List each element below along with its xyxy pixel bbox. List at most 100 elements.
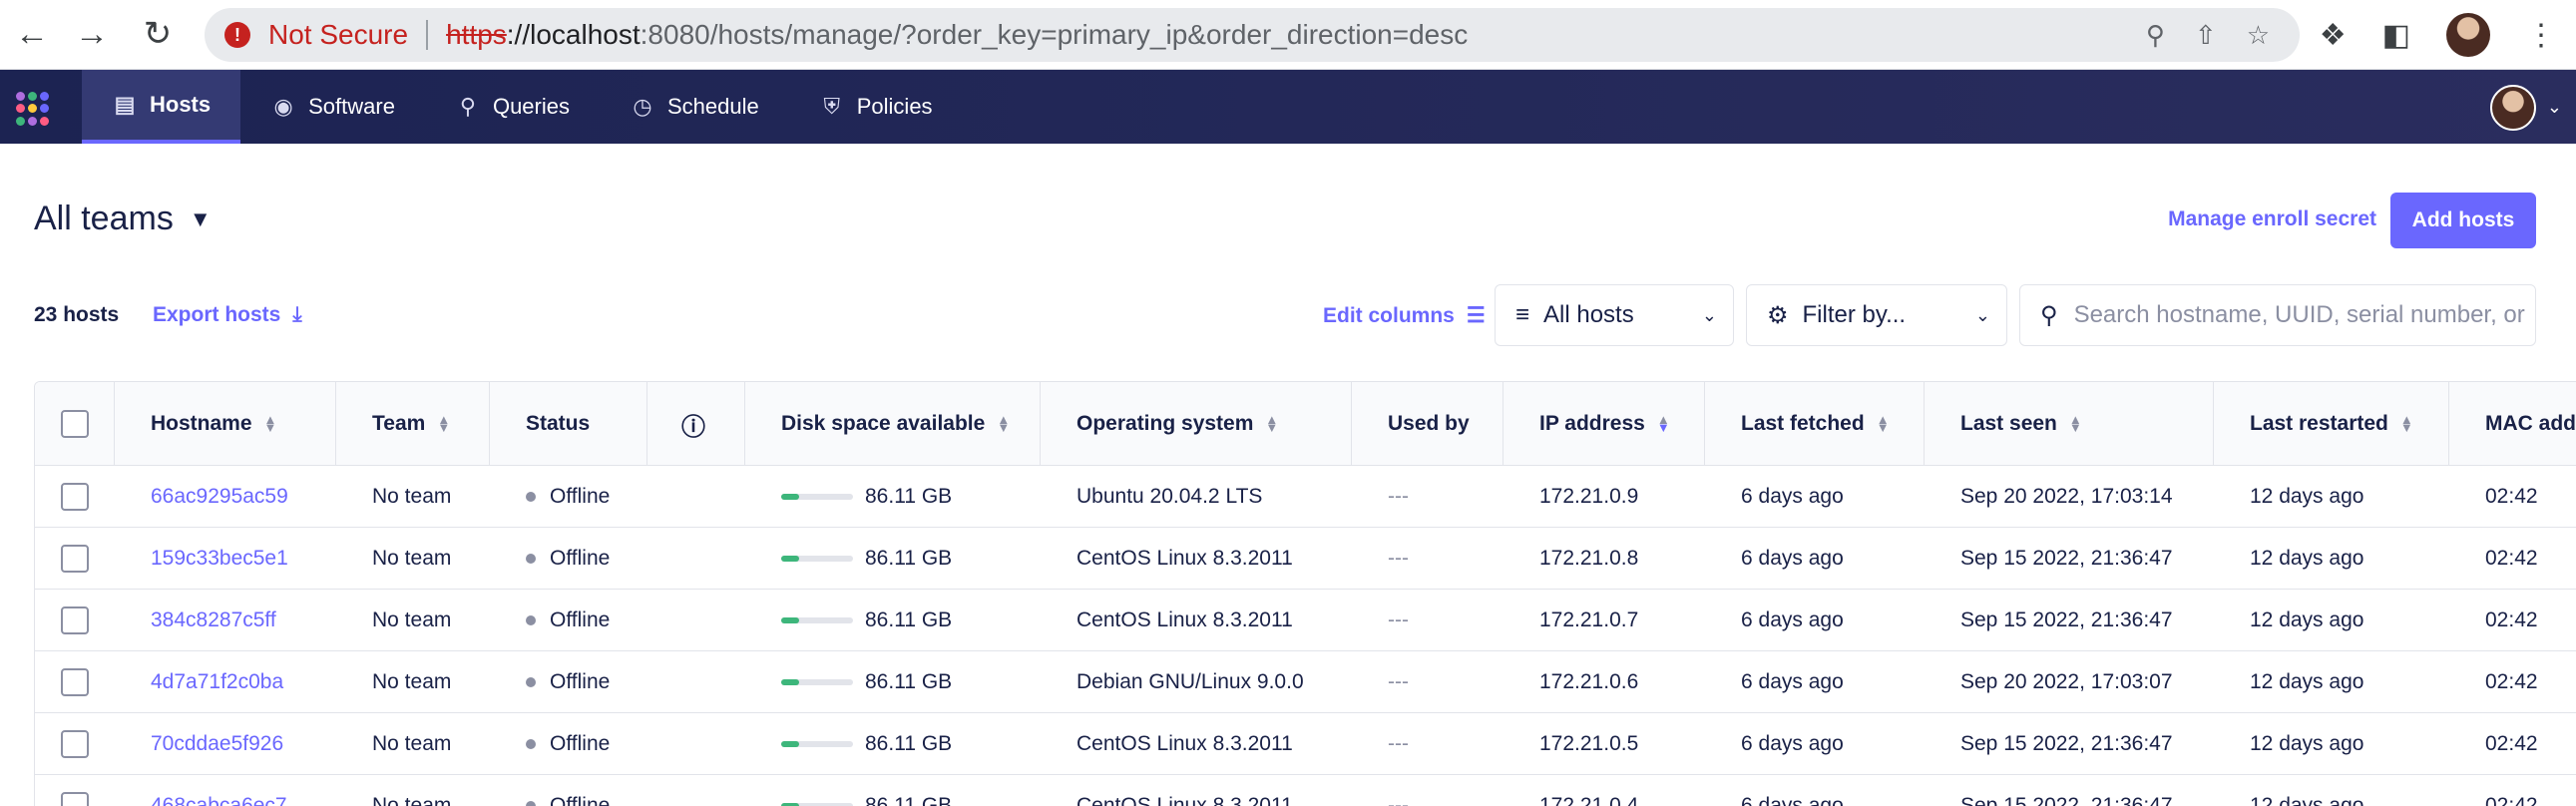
column-label: Status xyxy=(526,412,591,435)
row-checkbox[interactable] xyxy=(61,667,89,696)
hostname-link[interactable]: 384c8287c5ff xyxy=(151,590,276,650)
team-cell: No team xyxy=(372,484,452,508)
disk-space-fill xyxy=(781,802,799,806)
column-header-disk-space[interactable]: Disk space available ▲ ▼ xyxy=(745,382,1041,466)
status-dot-icon xyxy=(526,738,536,749)
column-label: Used by xyxy=(1388,412,1470,435)
chevron-down-icon: ⌄ xyxy=(1974,304,1990,325)
column-header-last-fetched[interactable]: Last fetched ▲ ▼ xyxy=(1705,382,1925,466)
row-select-cell xyxy=(61,651,89,712)
used-by-cell: --- xyxy=(1388,731,1409,755)
column-label: Last seen xyxy=(1960,412,2057,435)
table-row[interactable]: 468cabca6ec7 No team Offline 86.11 GB CentOS… xyxy=(35,775,2576,806)
column-header-hostname[interactable]: Hostname ▲ ▼ xyxy=(115,382,336,466)
not-secure-label[interactable]: Not Secure xyxy=(268,19,408,51)
nav-item-label: Queries xyxy=(492,94,570,119)
nav-item-schedule[interactable]: ◷ Schedule xyxy=(600,70,789,144)
column-header-os[interactable]: Operating system ▲ ▼ xyxy=(1041,382,1352,466)
os-cell: CentOS Linux 8.3.2011 xyxy=(1076,731,1293,755)
table-row[interactable]: 384c8287c5ff No team Offline 86.11 GB CentOS… xyxy=(35,590,2576,651)
url-scheme: https xyxy=(446,19,507,50)
sort-icon: ▲ ▼ xyxy=(1876,412,1890,435)
nav-item-policies[interactable]: ⛨ Policies xyxy=(789,70,963,144)
last-fetched-cell: 6 days ago xyxy=(1741,484,1844,508)
search-field[interactable]: ⚲ xyxy=(2019,284,2536,346)
team-selector[interactable]: All teams ▼ xyxy=(34,200,212,238)
hostname-link[interactable]: 70cddae5f926 xyxy=(151,713,283,774)
edit-columns-button[interactable]: Edit columns ☰ xyxy=(1323,303,1486,328)
download-icon: ⤓ xyxy=(292,303,302,326)
hostname-link[interactable]: 66ac9295ac59 xyxy=(151,466,288,527)
column-label: Operating system xyxy=(1076,412,1254,435)
address-bar[interactable]: ! Not Secure https://localhost:8080/host… xyxy=(205,8,2300,62)
ip-address-cell: 172.21.0.7 xyxy=(1539,607,1639,631)
row-checkbox[interactable] xyxy=(61,482,89,511)
export-hosts-label: Export hosts xyxy=(153,303,281,326)
column-header-ip-address[interactable]: IP address ▲ ▼ xyxy=(1503,382,1705,466)
row-checkbox[interactable] xyxy=(61,544,89,573)
row-checkbox[interactable] xyxy=(61,791,89,806)
mac-address-cell: 02:42 xyxy=(2485,793,2538,806)
os-cell: Ubuntu 20.04.2 LTS xyxy=(1076,484,1263,508)
hostname-link[interactable]: 159c33bec5e1 xyxy=(151,528,288,589)
row-checkbox[interactable] xyxy=(61,605,89,634)
side-panel-icon[interactable]: ◧ xyxy=(2382,18,2410,53)
column-header-team[interactable]: Team ▲ ▼ xyxy=(336,382,490,466)
team-cell: No team xyxy=(372,669,452,693)
chevron-down-icon: ▼ xyxy=(189,205,212,231)
status-filter-dropdown[interactable]: ≡ All hosts ⌄ xyxy=(1495,284,1734,346)
zoom-icon[interactable]: ⚲ xyxy=(2146,20,2165,51)
extensions-icon[interactable]: ❖ xyxy=(2320,18,2347,53)
select-all-checkbox[interactable] xyxy=(61,410,89,438)
nav-item-label: Schedule xyxy=(667,94,759,119)
row-checkbox[interactable] xyxy=(61,729,89,758)
back-icon[interactable]: ← xyxy=(12,14,52,54)
host-count: 23 hosts xyxy=(34,303,120,326)
reload-icon[interactable]: ↻ xyxy=(138,14,178,54)
hostname-link[interactable]: 4d7a71f2c0ba xyxy=(151,651,283,712)
nav-item-software[interactable]: ◉ Software xyxy=(240,70,425,144)
last-fetched-cell: 6 days ago xyxy=(1741,546,1844,570)
status-cell: Offline xyxy=(526,590,610,650)
table-row[interactable]: 4d7a71f2c0ba No team Offline 86.11 GB Debian… xyxy=(35,651,2576,713)
bookmark-star-icon[interactable]: ☆ xyxy=(2247,20,2270,51)
chevron-down-icon[interactable]: ⌄ xyxy=(2547,97,2562,118)
sort-desc-icon: ▲ ▼ xyxy=(1656,412,1670,435)
manage-enroll-secret-button[interactable]: Manage enroll secret xyxy=(2168,207,2376,231)
table-row[interactable]: 70cddae5f926 No team Offline 86.11 GB CentOS… xyxy=(35,713,2576,775)
search-input[interactable] xyxy=(2073,301,2533,329)
nav-item-queries[interactable]: ⚲ Queries xyxy=(425,70,600,144)
browser-menu-icon[interactable]: ⋮ xyxy=(2526,18,2556,53)
column-label: MAC address xyxy=(2485,412,2576,435)
row-select-cell xyxy=(61,466,89,527)
status-label: Offline xyxy=(550,484,611,508)
column-header-last-seen[interactable]: Last seen ▲ ▼ xyxy=(1925,382,2214,466)
share-icon[interactable]: ⇧ xyxy=(2195,20,2217,51)
disk-space-fill xyxy=(781,740,799,747)
user-avatar[interactable] xyxy=(2490,85,2536,131)
sort-icon: ▲ ▼ xyxy=(2399,412,2413,435)
columns-icon: ☰ xyxy=(1466,304,1486,327)
team-cell: No team xyxy=(372,793,452,806)
column-header-last-restarted[interactable]: Last restarted ▲ ▼ xyxy=(2214,382,2449,466)
list-icon: ≡ xyxy=(1515,301,1530,328)
browser-profile-avatar[interactable] xyxy=(2446,13,2490,57)
filter-by-dropdown[interactable]: ⚙ Filter by... ⌄ xyxy=(1746,284,2007,346)
fleet-logo-icon[interactable] xyxy=(16,92,50,126)
status-dot-icon xyxy=(526,800,536,806)
last-seen-cell: Sep 15 2022, 21:36:47 xyxy=(1960,731,2173,755)
hostname-link[interactable]: 468cabca6ec7 xyxy=(151,775,287,806)
status-cell: Offline xyxy=(526,713,610,774)
add-hosts-button[interactable]: Add hosts xyxy=(2390,193,2536,248)
nav-item-hosts[interactable]: ▤ Hosts xyxy=(82,70,241,144)
row-select-cell xyxy=(61,775,89,806)
ip-address-cell: 172.21.0.5 xyxy=(1539,731,1639,755)
disk-space-label: 86.11 GB xyxy=(865,731,953,755)
forward-icon[interactable]: → xyxy=(72,14,112,54)
status-dot-icon xyxy=(526,553,536,564)
export-hosts-button[interactable]: Export hosts ⤓ xyxy=(153,303,302,327)
column-header-mac-address[interactable]: MAC address xyxy=(2449,382,2576,466)
nav-item-label: Policies xyxy=(856,94,933,119)
table-row[interactable]: 66ac9295ac59 No team Offline 86.11 GB Ubuntu… xyxy=(35,466,2576,528)
table-row[interactable]: 159c33bec5e1 No team Offline 86.11 GB CentOS… xyxy=(35,528,2576,590)
